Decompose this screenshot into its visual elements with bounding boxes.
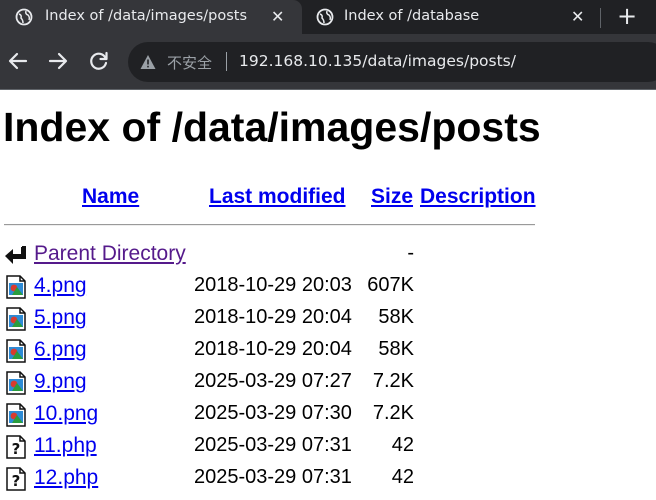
file-link[interactable]: 11.php: [34, 434, 97, 458]
image-file-icon: [6, 371, 26, 395]
arrow-right-icon[interactable]: [47, 50, 69, 72]
file-row: 6.png 2018-10-29 20:04 58K: [0, 337, 656, 367]
security-status-label[interactable]: 不安全: [167, 52, 212, 73]
sort-by-size-link[interactable]: Size: [371, 185, 413, 209]
file-modified: 2025-03-29 07:30: [194, 402, 352, 424]
file-row: 4.png 2018-10-29 20:03 607K: [0, 273, 656, 303]
file-modified: 2025-03-29 07:31: [194, 466, 352, 488]
file-row: ? 11.php 2025-03-29 07:31 42: [0, 433, 656, 463]
file-size: 58K: [378, 338, 414, 360]
sort-by-last-modified-link[interactable]: Last modified: [209, 185, 346, 209]
file-link[interactable]: 10.png: [34, 402, 98, 426]
file-size: 58K: [378, 306, 414, 328]
reload-icon[interactable]: [88, 50, 110, 72]
file-row: 10.png 2025-03-29 07:30 7.2K: [0, 401, 656, 431]
tab-database[interactable]: Index of /database ✕: [306, 0, 598, 34]
svg-text:?: ?: [12, 472, 21, 490]
image-file-icon: [6, 307, 26, 331]
image-file-icon: [6, 403, 26, 427]
unknown-file-icon: ?: [6, 435, 26, 459]
sort-by-description-link[interactable]: Description: [420, 185, 536, 209]
tab-strip: Index of /data/images/posts ✕ Index of /…: [0, 0, 656, 34]
address-bar[interactable]: 不安全 192.168.10.135/data/images/posts/: [128, 42, 656, 82]
file-size: 7.2K: [372, 402, 414, 424]
file-modified: 2018-10-29 20:04: [194, 338, 352, 360]
browser-toolbar: 不安全 192.168.10.135/data/images/posts/: [0, 34, 656, 89]
new-tab-button[interactable]: +: [617, 2, 637, 30]
tab-posts[interactable]: Index of /data/images/posts ✕: [0, 0, 302, 34]
file-link[interactable]: 4.png: [34, 274, 87, 298]
file-row: 5.png 2018-10-29 20:04 58K: [0, 305, 656, 335]
file-link[interactable]: 12.php: [34, 466, 98, 490]
file-size: 42: [391, 434, 414, 456]
tab-title: Index of /data/images/posts: [45, 8, 248, 24]
warning-triangle-icon[interactable]: [140, 54, 156, 70]
back-arrow-icon: [5, 246, 26, 264]
parent-directory-row: Parent Directory -: [0, 241, 656, 271]
parent-directory-link[interactable]: Parent Directory: [34, 242, 186, 266]
file-modified: 2018-10-29 20:03: [194, 274, 352, 296]
tab-close-icon[interactable]: ✕: [571, 7, 584, 26]
file-link[interactable]: 6.png: [34, 338, 87, 362]
tab-close-icon[interactable]: ✕: [271, 7, 284, 26]
file-modified: 2018-10-29 20:04: [194, 306, 352, 328]
file-modified: 2025-03-29 07:27: [194, 370, 352, 392]
toolbar-divider: [0, 89, 656, 90]
file-size: 607K: [367, 274, 414, 296]
header-rule: [4, 224, 535, 226]
svg-text:?: ?: [12, 440, 21, 458]
globe-icon: [15, 8, 33, 26]
image-file-icon: [6, 339, 26, 363]
arrow-left-icon[interactable]: [7, 50, 29, 72]
url-text[interactable]: 192.168.10.135/data/images/posts/: [239, 52, 516, 70]
file-row: 9.png 2025-03-29 07:27 7.2K: [0, 369, 656, 399]
unknown-file-icon: ?: [6, 467, 26, 491]
file-link[interactable]: 9.png: [34, 370, 87, 394]
tab-divider: [600, 8, 601, 28]
file-row: ? 12.php 2025-03-29 07:31 42: [0, 465, 656, 495]
address-divider: [226, 52, 227, 71]
file-size: -: [407, 242, 414, 264]
globe-icon: [316, 8, 334, 26]
file-size: 42: [391, 466, 414, 488]
tab-title: Index of /database: [344, 8, 480, 24]
sort-by-name-link[interactable]: Name: [82, 185, 139, 209]
page-title: Index of /data/images/posts: [3, 104, 541, 150]
file-modified: 2025-03-29 07:31: [194, 434, 352, 456]
image-file-icon: [6, 275, 26, 299]
file-link[interactable]: 5.png: [34, 306, 87, 330]
file-size: 7.2K: [372, 370, 414, 392]
